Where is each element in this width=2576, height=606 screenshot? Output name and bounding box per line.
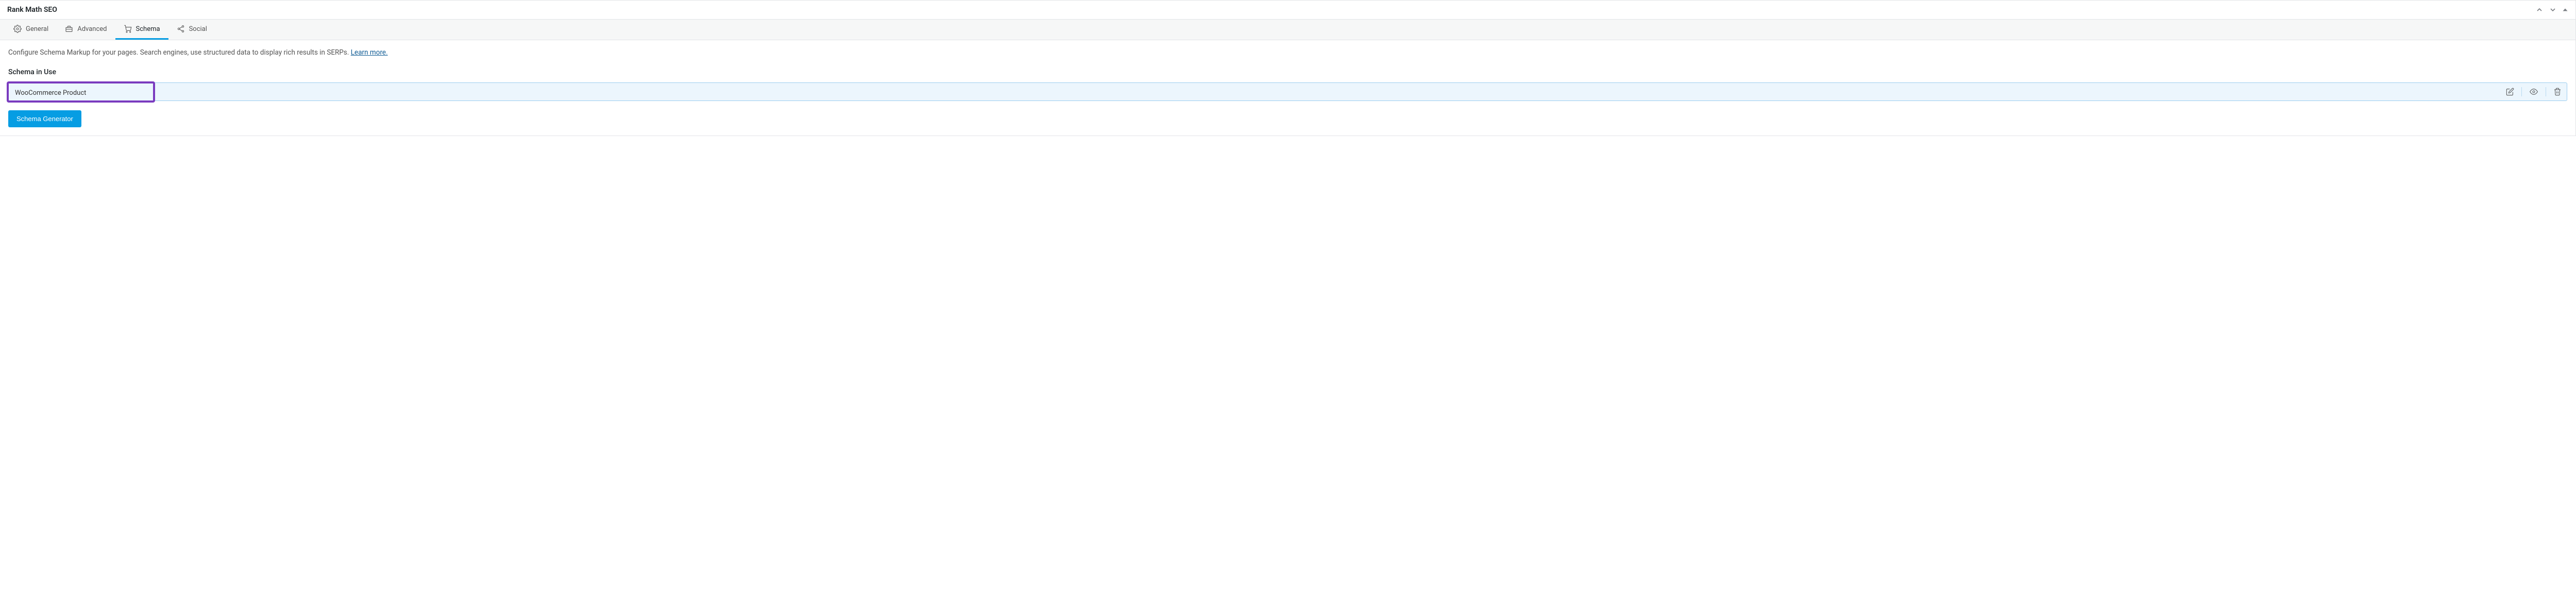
tab-label: General bbox=[26, 25, 48, 33]
rank-math-panel: Rank Math SEO General Advanced bbox=[0, 0, 2576, 136]
schema-generator-button[interactable]: Schema Generator bbox=[8, 110, 81, 127]
eye-icon bbox=[2529, 88, 2538, 96]
panel-title: Rank Math SEO bbox=[7, 6, 57, 14]
schema-item-highlight: WooCommerce Product bbox=[7, 81, 155, 103]
chevron-down-icon bbox=[2549, 6, 2557, 14]
schema-item-name: WooCommerce Product bbox=[15, 89, 86, 97]
panel-move-up[interactable] bbox=[2535, 6, 2544, 14]
share-icon bbox=[177, 25, 185, 33]
cart-icon bbox=[124, 25, 132, 33]
gear-icon bbox=[13, 25, 22, 33]
panel-toggle[interactable] bbox=[2562, 7, 2568, 13]
description-text: Configure Schema Markup for your pages. … bbox=[8, 48, 2567, 57]
edit-icon bbox=[2506, 88, 2514, 96]
panel-header: Rank Math SEO bbox=[0, 1, 2575, 20]
schema-actions bbox=[2506, 87, 2562, 96]
toolbox-icon bbox=[65, 25, 73, 33]
preview-schema-button[interactable] bbox=[2529, 88, 2538, 96]
tab-label: Schema bbox=[136, 25, 160, 33]
learn-more-link[interactable]: Learn more. bbox=[351, 48, 388, 57]
trash-icon bbox=[2553, 88, 2562, 96]
tab-advanced[interactable]: Advanced bbox=[57, 20, 115, 40]
tab-label: Social bbox=[189, 25, 207, 33]
tab-content: Configure Schema Markup for your pages. … bbox=[0, 40, 2575, 136]
tab-bar: General Advanced Schema Social bbox=[0, 20, 2575, 40]
divider bbox=[2521, 87, 2522, 96]
delete-schema-button[interactable] bbox=[2553, 88, 2562, 96]
tab-label: Advanced bbox=[77, 25, 107, 33]
edit-schema-button[interactable] bbox=[2506, 88, 2514, 96]
description-prefix: Configure Schema Markup for your pages. … bbox=[8, 48, 351, 57]
panel-controls bbox=[2535, 6, 2568, 14]
tab-social[interactable]: Social bbox=[168, 20, 215, 40]
schema-in-use-label: Schema in Use bbox=[8, 68, 2567, 76]
chevron-up-icon bbox=[2535, 6, 2544, 14]
schema-item-row[interactable]: WooCommerce Product bbox=[8, 82, 2567, 101]
panel-move-down[interactable] bbox=[2549, 6, 2557, 14]
caret-up-icon bbox=[2562, 7, 2568, 13]
tab-general[interactable]: General bbox=[5, 20, 57, 40]
tab-schema[interactable]: Schema bbox=[115, 20, 168, 40]
